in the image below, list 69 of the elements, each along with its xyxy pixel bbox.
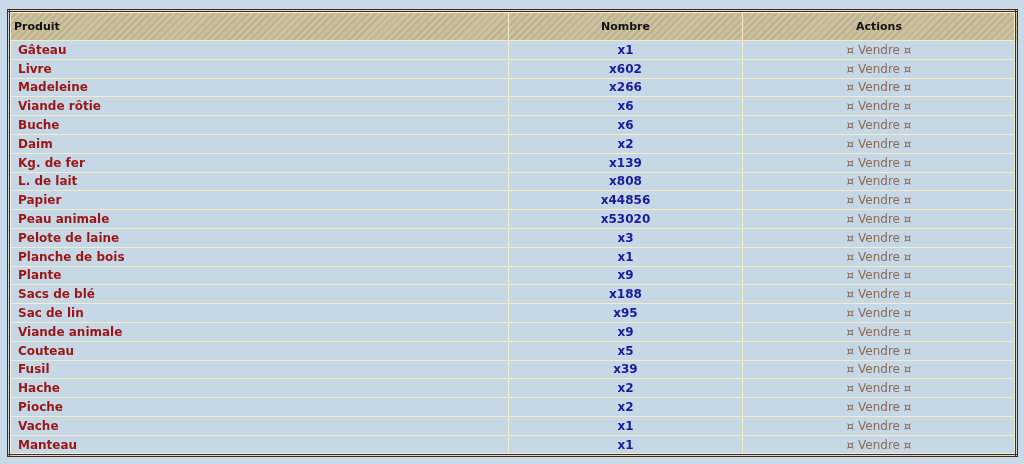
quantity: x2 <box>617 400 634 415</box>
sell-link[interactable]: ¤ Vendre ¤ <box>846 118 912 133</box>
sell-link[interactable]: ¤ Vendre ¤ <box>846 306 912 321</box>
product-name: Pioche <box>18 400 63 415</box>
product-name: Viande rôtie <box>18 99 101 114</box>
sell-link[interactable]: ¤ Vendre ¤ <box>846 212 912 227</box>
quantity: x6 <box>617 118 634 133</box>
sell-link[interactable]: ¤ Vendre ¤ <box>846 287 912 302</box>
quantity: x39 <box>613 362 638 377</box>
product-name: Sac de lin <box>18 306 84 321</box>
quantity: x188 <box>609 287 642 302</box>
product-name: Buche <box>18 118 60 133</box>
quantity: x2 <box>617 136 634 151</box>
quantity: x95 <box>613 306 638 321</box>
quantity: x1 <box>617 418 634 433</box>
quantity: x266 <box>609 80 642 95</box>
quantity: x44856 <box>600 193 651 208</box>
sell-link[interactable]: ¤ Vendre ¤ <box>846 324 912 339</box>
sell-link[interactable]: ¤ Vendre ¤ <box>846 418 912 433</box>
sell-link[interactable]: ¤ Vendre ¤ <box>846 268 912 283</box>
sell-link[interactable]: ¤ Vendre ¤ <box>846 230 912 245</box>
sell-link[interactable]: ¤ Vendre ¤ <box>846 249 912 264</box>
product-name: Peau animale <box>18 212 110 227</box>
product-name: Planche de bois <box>18 249 125 264</box>
sell-link[interactable]: ¤ Vendre ¤ <box>846 193 912 208</box>
sell-link[interactable]: ¤ Vendre ¤ <box>846 61 912 76</box>
sell-link[interactable]: ¤ Vendre ¤ <box>846 400 912 415</box>
quantity: x1 <box>617 42 634 57</box>
sell-link[interactable]: ¤ Vendre ¤ <box>846 362 912 377</box>
product-name: L. de lait <box>18 174 78 189</box>
product-name: Vache <box>18 418 59 433</box>
quantity: x3 <box>617 230 634 245</box>
sell-link[interactable]: ¤ Vendre ¤ <box>846 174 912 189</box>
sell-link[interactable]: ¤ Vendre ¤ <box>846 381 912 396</box>
product-name: Sacs de blé <box>18 287 95 302</box>
product-name: Hache <box>18 381 60 396</box>
product-name: Viande animale <box>18 324 123 339</box>
product-name: Pelote de laine <box>18 230 120 245</box>
product-name: Fusil <box>18 362 50 377</box>
sell-link[interactable]: ¤ Vendre ¤ <box>846 99 912 114</box>
product-name: Livre <box>18 61 52 76</box>
sell-link[interactable]: ¤ Vendre ¤ <box>846 437 912 452</box>
sell-link[interactable]: ¤ Vendre ¤ <box>846 42 912 57</box>
quantity: x602 <box>609 61 642 76</box>
quantity: x53020 <box>600 212 651 227</box>
quantity: x139 <box>609 155 642 170</box>
quantity: x1 <box>617 437 634 452</box>
product-name: Plante <box>18 268 62 283</box>
product-name: Couteau <box>18 343 75 358</box>
column-header: Nombre <box>508 10 743 41</box>
quantity: x1 <box>617 249 634 264</box>
product-name: Gâteau <box>18 42 67 57</box>
quantity: x5 <box>617 343 634 358</box>
sell-link[interactable]: ¤ Vendre ¤ <box>846 343 912 358</box>
column-header: Produit <box>8 10 509 41</box>
sell-link[interactable]: ¤ Vendre ¤ <box>846 155 912 170</box>
product-name: Madeleine <box>18 80 88 95</box>
product-name: Kg. de fer <box>18 155 85 170</box>
quantity: x6 <box>617 99 634 114</box>
product-name: Papier <box>18 193 62 208</box>
quantity: x2 <box>617 381 634 396</box>
product-name: Daim <box>18 136 53 151</box>
quantity: x9 <box>617 268 634 283</box>
sell-link[interactable]: ¤ Vendre ¤ <box>846 136 912 151</box>
sell-link[interactable]: ¤ Vendre ¤ <box>846 80 912 95</box>
quantity: x808 <box>609 174 642 189</box>
column-header: Actions <box>742 10 1017 41</box>
quantity: x9 <box>617 324 634 339</box>
product-name: Manteau <box>18 437 78 452</box>
